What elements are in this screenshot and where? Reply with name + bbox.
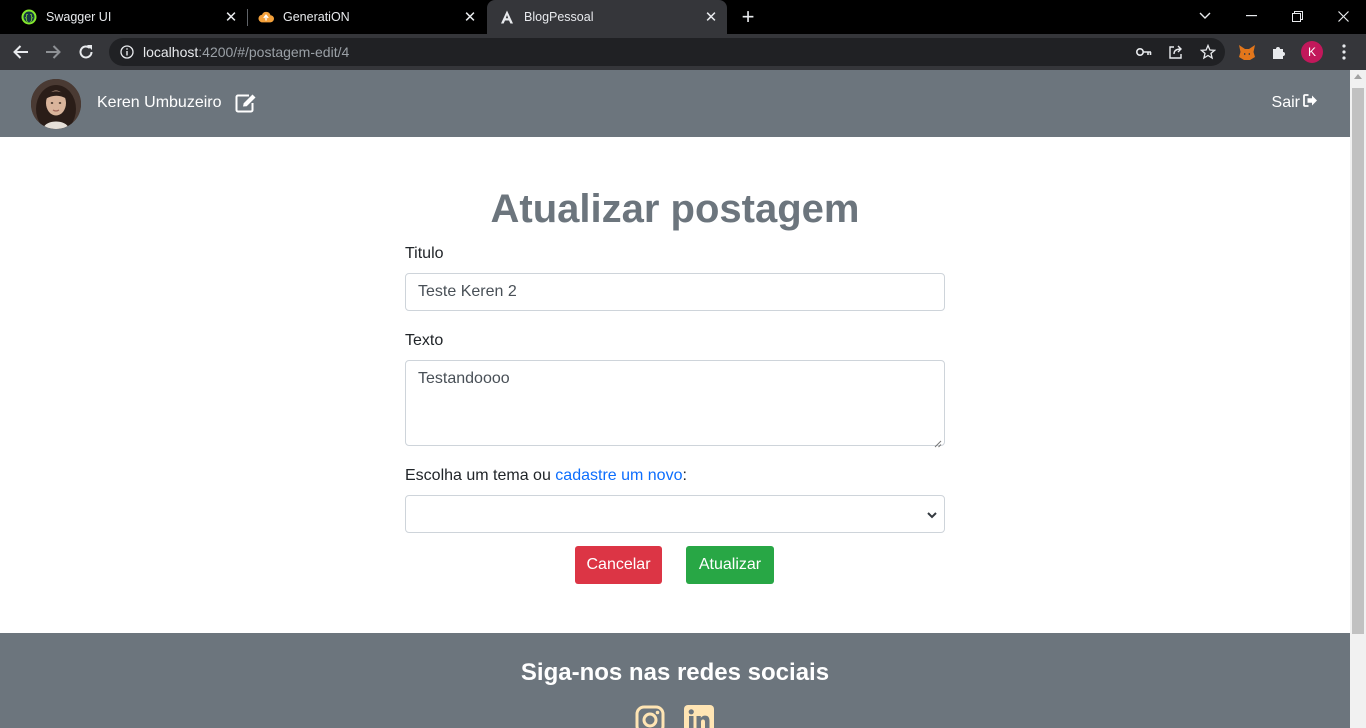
reload-icon[interactable]	[71, 37, 101, 67]
close-icon[interactable]: ✕	[460, 7, 480, 27]
browser-tab-strip: {} Swagger UI ✕ GeneratiON ✕ BlogPessoal…	[0, 0, 1366, 34]
logout-label: Sair	[1271, 94, 1300, 111]
extensions-puzzle-icon[interactable]	[1269, 42, 1289, 62]
close-icon[interactable]: ✕	[221, 7, 241, 27]
titulo-input[interactable]: Teste Keren 2	[405, 273, 945, 311]
svg-text:{}: {}	[24, 13, 34, 22]
metamask-fox-icon[interactable]	[1237, 42, 1257, 62]
cancel-button[interactable]: Cancelar	[575, 546, 662, 584]
page-scrollbar[interactable]	[1350, 70, 1366, 728]
forward-arrow-icon[interactable]	[38, 37, 68, 67]
new-tab-button[interactable]: +	[737, 6, 759, 28]
window-close-icon[interactable]	[1320, 0, 1366, 32]
site-footer: Siga-nos nas redes sociais	[0, 633, 1350, 728]
tab-search-chevron-icon[interactable]	[1182, 0, 1228, 32]
browser-toolbar: localhost:4200/#/postagem-edit/4 K	[0, 34, 1366, 70]
texto-label: Texto	[405, 332, 444, 349]
site-info-icon[interactable]	[119, 44, 135, 60]
minimize-icon[interactable]	[1228, 0, 1274, 32]
sign-out-icon	[1303, 94, 1318, 112]
close-icon[interactable]: ✕	[701, 7, 721, 27]
tab-title: Swagger UI	[46, 10, 112, 24]
tema-label: Escolha um tema ou cadastre um novo:	[405, 467, 687, 484]
user-name: Keren Umbuzeiro	[97, 94, 222, 111]
address-bar[interactable]: localhost:4200/#/postagem-edit/4	[109, 38, 1225, 66]
texto-textarea[interactable]: Testandoooo	[405, 360, 945, 448]
angular-icon	[499, 9, 515, 25]
menu-kebab-icon[interactable]	[1334, 42, 1354, 62]
tab-blogpessoal[interactable]: BlogPessoal ✕	[487, 0, 727, 34]
page-viewport: Keren Umbuzeiro Sair Atualizar postagem …	[0, 70, 1350, 728]
tab-generation[interactable]: GeneratiON ✕	[248, 0, 486, 34]
cadastre-tema-link[interactable]: cadastre um novo	[555, 467, 682, 484]
update-button[interactable]: Atualizar	[686, 546, 774, 584]
tema-select[interactable]	[405, 495, 945, 533]
bookmark-star-icon[interactable]	[1200, 44, 1216, 60]
scrollbar-thumb[interactable]	[1352, 88, 1364, 634]
instagram-icon[interactable]	[635, 705, 665, 728]
page-title: Atualizar postagem	[490, 187, 860, 231]
cloud-icon	[258, 9, 274, 25]
chevron-down-icon	[926, 508, 938, 520]
scroll-up-arrow-icon[interactable]	[1354, 74, 1362, 79]
user-avatar[interactable]	[31, 79, 81, 129]
url-text[interactable]: localhost:4200/#/postagem-edit/4	[143, 44, 349, 60]
tab-title: BlogPessoal	[524, 10, 594, 24]
titulo-value: Teste Keren 2	[418, 283, 517, 300]
footer-title: Siga-nos nas redes sociais	[520, 659, 830, 686]
edit-post-form: Titulo Teste Keren 2 Texto Testandoooo E…	[405, 244, 945, 584]
resize-grip-icon[interactable]	[934, 435, 942, 448]
share-icon[interactable]	[1168, 44, 1184, 60]
titulo-label: Titulo	[405, 245, 444, 262]
texto-value: Testandoooo	[418, 370, 510, 387]
tab-title: GeneratiON	[283, 10, 350, 24]
site-navbar: Keren Umbuzeiro Sair	[0, 70, 1350, 137]
back-arrow-icon[interactable]	[6, 37, 36, 67]
profile-avatar-icon[interactable]: K	[1301, 41, 1323, 63]
edit-profile-icon[interactable]	[235, 93, 257, 113]
linkedin-icon[interactable]	[684, 705, 714, 728]
key-icon[interactable]	[1136, 44, 1152, 60]
swagger-icon: {}	[21, 9, 37, 25]
tab-swagger-ui[interactable]: {} Swagger UI ✕	[0, 0, 247, 34]
restore-icon[interactable]	[1274, 0, 1320, 32]
logout-button[interactable]: Sair	[1272, 94, 1318, 112]
